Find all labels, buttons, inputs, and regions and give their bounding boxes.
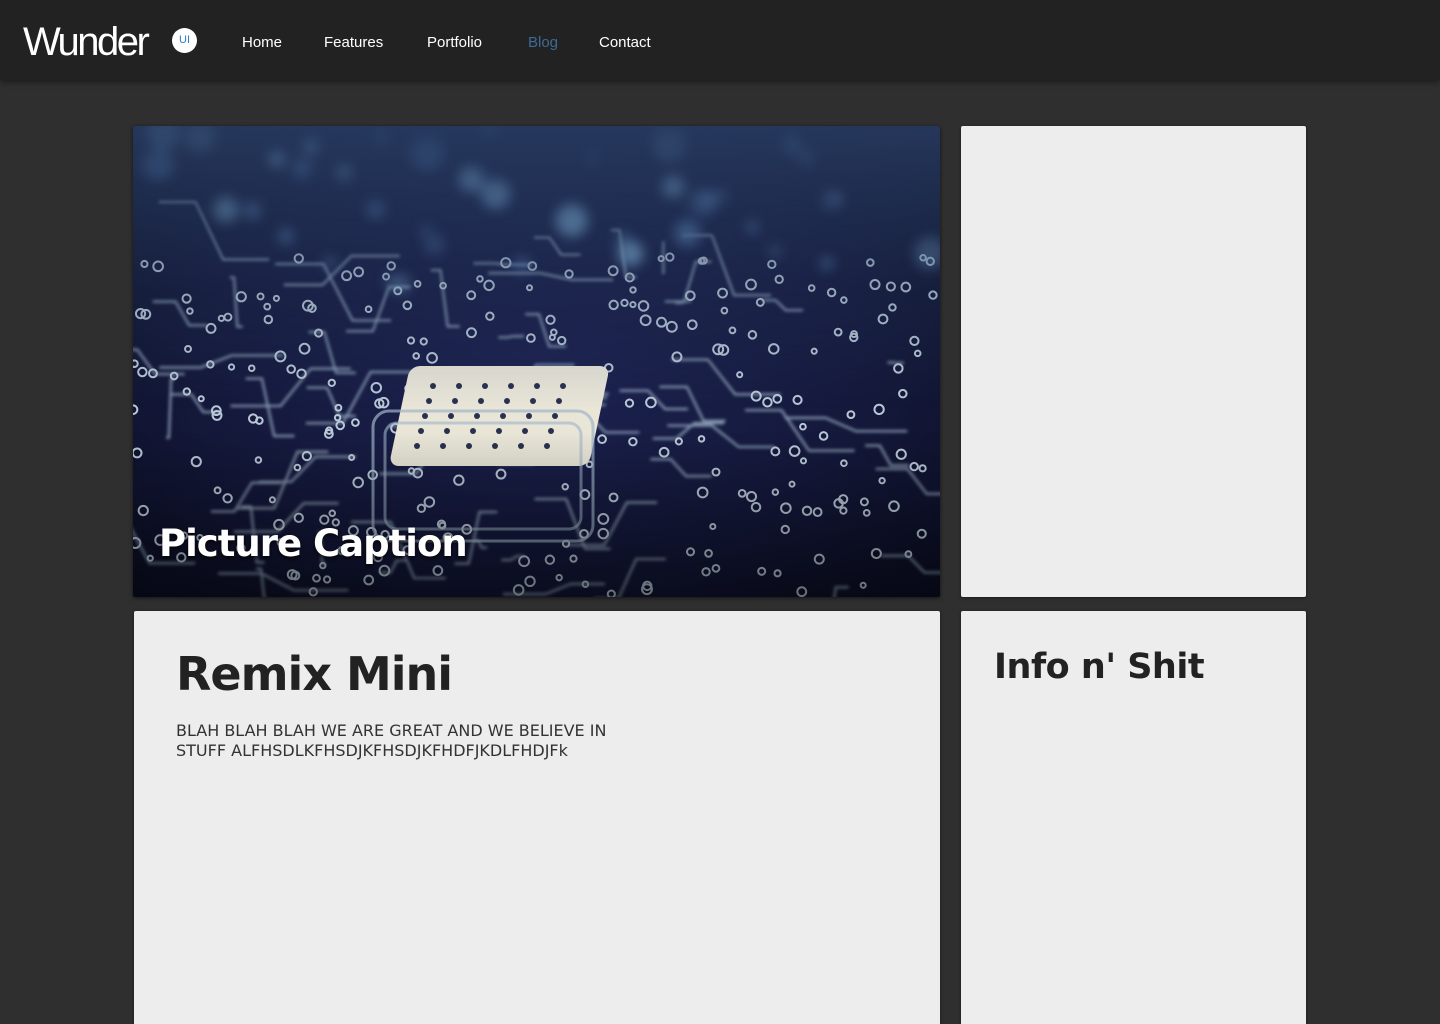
nav-features[interactable]: Features	[324, 33, 383, 53]
nav-blog[interactable]: Blog	[528, 33, 558, 53]
info-card: Info n' Shit	[961, 611, 1306, 1024]
article-card: Remix Mini BLAH BLAH BLAH WE ARE GREAT A…	[134, 611, 940, 1024]
top-navbar: Wunder UI Home Features Portfolio Blog C…	[0, 0, 1440, 80]
nav-home[interactable]: Home	[242, 33, 282, 53]
hero-image-card[interactable]: Picture Caption	[133, 126, 940, 597]
article-title: Remix Mini	[176, 647, 453, 701]
info-title: Info n' Shit	[994, 647, 1205, 687]
nav-contact[interactable]: Contact	[599, 33, 651, 53]
nav-portfolio[interactable]: Portfolio	[427, 33, 482, 53]
hero-caption: Picture Caption	[159, 522, 468, 565]
sidebar-top-card	[961, 126, 1306, 597]
article-body: BLAH BLAH BLAH WE ARE GREAT AND WE BELIE…	[176, 721, 607, 760]
brand-logo[interactable]: Wunder	[23, 18, 150, 66]
brand-badge: UI	[172, 28, 197, 53]
